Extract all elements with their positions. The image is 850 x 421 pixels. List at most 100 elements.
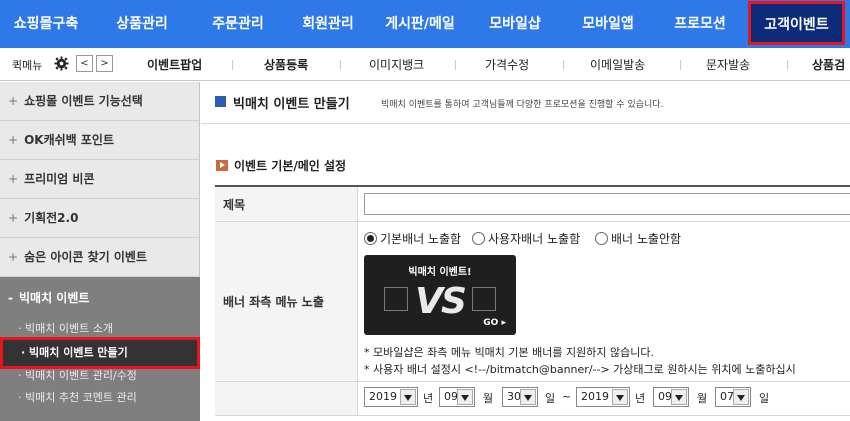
radio-user-banner[interactable]: 사용자배너 노출함 [472,230,580,247]
sidebar-item-exhibition[interactable]: + 기획전2.0 [0,199,200,238]
banner-go-label: GO [483,318,499,328]
quick-item-email-send[interactable]: 이메일발송 [590,56,645,73]
settings-table: 제목 배너 좌측 메뉴 노출 기본배너 노출함 사용자배너 노출함 배너 노출안… [215,185,850,416]
end-month-select[interactable]: 09 [653,387,689,407]
start-day-select[interactable]: 30 [502,387,538,407]
quick-prev-button[interactable]: < [76,55,93,72]
nav-item-mobile-app[interactable]: 모바일앱 [562,0,654,48]
plus-icon: + [8,211,19,225]
gear-icon[interactable] [54,56,69,71]
sidebar-sub-label: 빅매치 이벤트 만들기 [29,346,128,359]
quick-item-price-edit[interactable]: 가격수정 [485,56,529,73]
start-year-select[interactable]: 2019 [364,387,418,407]
row-label-period [215,382,358,415]
note-user-banner: * 사용자 배너 설정시 <!--/bitmatch@banner/--> 가상… [364,363,796,376]
radio-unchecked-icon [595,232,608,245]
sidebar-sub-comments[interactable]: · 빅매치 추천 코멘트 관리 [18,389,137,405]
radio-label: 배너 노출안함 [611,232,682,246]
unit-month: 월 [697,392,708,405]
nav-item-mobile-shop[interactable]: 모바일샵 [468,0,562,48]
end-year-select[interactable]: 2019 [576,387,630,407]
sidebar-item-label: 숨은 아이콘 찾기 이벤트 [24,250,147,264]
sidebar-item-ok-cashbag[interactable]: + OK캐쉬백 포인트 [0,121,200,160]
sidebar-item-label: 기획전2.0 [24,211,79,225]
period-tilde: ~ [562,390,572,403]
radio-checked-icon [364,232,377,245]
quick-item-sms-send[interactable]: 문자발송 [706,56,750,73]
sidebar-sub-intro[interactable]: · 빅매치 이벤트 소개 [18,320,113,336]
sidebar-sub-label: 빅매치 이벤트 소개 [25,322,113,335]
radio-label: 사용자배너 노출함 [488,232,581,246]
quick-item-event-popup[interactable]: 이벤트팝업 [147,56,202,73]
banner-go: GO ▸ [483,318,506,328]
select-value: 09 [658,390,672,403]
note-mobile: * 모바일샵은 좌측 메뉴 빅매치 기본 배너를 지원하지 않습니다. [364,346,654,359]
page-title: 빅매치 이벤트 만들기 [233,97,350,112]
quick-item-product-search[interactable]: 상품검 [812,56,845,73]
divider [787,60,788,70]
nav-item-products[interactable]: 상품관리 [92,0,192,48]
bigmatch-banner-image: 빅매치 이벤트! VS GO ▸ [364,255,516,335]
start-month-select[interactable]: 09 [439,387,475,407]
table-row: 제목 [215,187,850,222]
divider [680,60,681,70]
row-value: 기본배너 노출함 사용자배너 노출함 배너 노출안함 빅매치 이벤트! VS G… [359,222,850,381]
divider [455,60,456,70]
section-title-label: 이벤트 기본/메인 설정 [234,159,347,173]
chevron-down-icon [671,389,687,405]
bullet-icon: · [18,391,25,404]
unit-month: 월 [483,392,494,405]
row-value [359,187,850,221]
sidebar-item-label: 프리미엄 비콘 [24,172,95,186]
sidebar-group-head[interactable]: - 빅매치 이벤트 [8,289,89,306]
nav-item-board-mail[interactable]: 게시판/메일 [372,0,468,48]
end-day-select[interactable]: 07 [715,387,751,407]
sidebar-group-label: 빅매치 이벤트 [18,291,90,305]
nav-item-customer-event[interactable]: 고객이벤트 [748,1,845,45]
main-content: 빅매치 이벤트 만들기 빅매치 이벤트를 통하여 고객님들께 다양한 프로모션을… [201,82,850,421]
section-title: 이벤트 기본/메인 설정 [216,157,346,174]
sidebar-sub-create[interactable]: · 빅매치 이벤트 만들기 [0,337,200,369]
sidebar-item-event-function[interactable]: + 쇼핑몰 이벤트 기능선택 [0,82,200,121]
unit-day: 일 [759,392,770,405]
radio-no-banner[interactable]: 배너 노출안함 [595,230,681,247]
page-description: 빅매치 이벤트를 통하여 고객님들께 다양한 프로모션을 진행할 수 있습니다. [381,100,664,110]
sidebar-item-label: OK캐쉬백 포인트 [24,133,114,147]
nav-item-orders[interactable]: 주문관리 [192,0,284,48]
minus-icon: - [8,291,13,305]
nav-item-promotion[interactable]: 프로모션 [654,0,746,48]
sidebar-sub-label: 빅매치 이벤트 관리/수정 [25,369,137,382]
plus-icon: + [8,250,19,264]
plus-icon: + [8,172,19,186]
quick-next-button[interactable]: > [96,55,113,72]
bullet-icon: · [21,346,30,359]
title-square-icon [215,96,226,107]
quick-menu-label: 퀵메뉴 [12,59,43,72]
quick-item-product-register[interactable]: 상품등록 [264,56,308,73]
banner-vs: VS [415,281,467,322]
divider [563,60,564,70]
sidebar-item-label: 쇼핑몰 이벤트 기능선택 [24,94,143,108]
sidebar-group-bigmatch: - 빅매치 이벤트 · 빅매치 이벤트 소개 · 빅매치 이벤트 만들기 · 빅매… [0,277,200,421]
sidebar-item-hidden-icon[interactable]: + 숨은 아이콘 찾기 이벤트 [0,238,200,277]
chevron-down-icon [400,389,416,405]
table-row: 배너 좌측 메뉴 노출 기본배너 노출함 사용자배너 노출함 배너 노출안함 빅… [215,222,850,382]
row-label-banner: 배너 좌측 메뉴 노출 [215,222,358,381]
radio-label: 기본배너 노출함 [380,232,462,246]
select-value: 30 [507,390,521,403]
nav-item-mall-setup[interactable]: 쇼핑몰구축 [0,0,92,48]
sidebar-item-premium-beacon[interactable]: + 프리미엄 비콘 [0,160,200,199]
select-value: 2019 [369,390,397,403]
quick-item-image-bank[interactable]: 이미지뱅크 [369,56,424,73]
nav-item-members[interactable]: 회원관리 [284,0,372,48]
plus-icon: + [8,94,19,108]
chevron-down-icon [520,389,536,405]
radio-unchecked-icon [472,232,485,245]
unit-year: 년 [635,392,646,405]
page-header: 빅매치 이벤트 만들기 빅매치 이벤트를 통하여 고객님들께 다양한 프로모션을… [201,82,850,124]
sidebar-sub-label: 빅매치 추천 코멘트 관리 [25,391,137,404]
title-input[interactable] [364,193,850,215]
radio-default-banner[interactable]: 기본배너 노출함 [364,230,461,247]
select-value: 2019 [581,390,609,403]
sidebar-sub-manage[interactable]: · 빅매치 이벤트 관리/수정 [18,367,137,383]
